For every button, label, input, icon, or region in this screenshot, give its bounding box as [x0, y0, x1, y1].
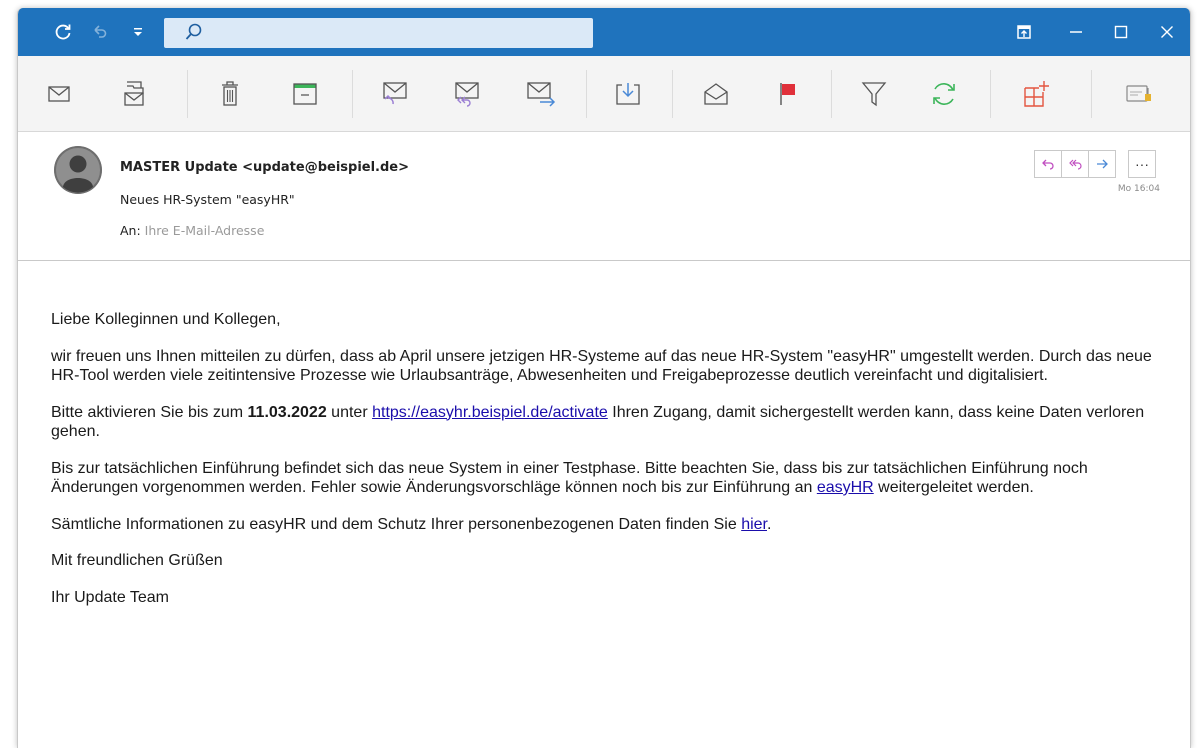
mark-read-button[interactable] [686, 56, 746, 131]
minimize-icon[interactable] [1061, 8, 1091, 56]
greeting: Liebe Kolleginnen und Kollegen, [51, 311, 281, 328]
reply-all-icon [455, 81, 479, 107]
add-view-button[interactable] [1006, 56, 1066, 131]
subject: Neues HR-System "easyHR" [120, 192, 295, 207]
message-actions [1034, 150, 1116, 178]
to-label: An: [120, 223, 141, 238]
forward-icon [527, 81, 556, 107]
download-button[interactable] [598, 56, 658, 131]
open-envelope-icon [704, 82, 728, 105]
title-bar [18, 8, 1190, 56]
paragraph-1: wir freuen uns Ihnen mitteilen zu dürfen… [51, 347, 1152, 385]
toolbar-separator [1091, 70, 1092, 118]
email-body: Liebe Kolleginnen und Kollegen, wir freu… [51, 310, 1161, 624]
forward-button[interactable] [511, 56, 571, 131]
trash-icon [222, 80, 238, 106]
easyhr-link[interactable]: easyHR [817, 479, 874, 496]
reply-icon [383, 81, 407, 104]
forward-icon [1097, 159, 1108, 169]
delete-button[interactable] [200, 56, 260, 131]
move-to-folder-icon [124, 80, 144, 106]
add-grid-icon [1024, 80, 1049, 107]
paragraph-4: Sämtliche Informationen zu easyHR und de… [51, 515, 1161, 535]
toolbar-separator [831, 70, 832, 118]
email-header: MASTER Update <update@beispiel.de> Neues… [18, 132, 1190, 261]
archive-icon [293, 82, 317, 105]
toolbar [18, 56, 1190, 132]
settings-button[interactable] [1109, 56, 1169, 131]
privacy-link[interactable]: hier [741, 516, 767, 533]
filter-button[interactable] [844, 56, 904, 131]
sync-button[interactable] [914, 56, 974, 131]
toolbar-separator [352, 70, 353, 118]
avatar [54, 146, 102, 194]
flag-icon [780, 82, 795, 105]
reply-all-button[interactable] [436, 56, 496, 131]
more-button[interactable]: ··· [1128, 150, 1156, 178]
restore-icon[interactable] [1010, 8, 1038, 56]
closing: Mit freundlichen Grüßen [51, 552, 223, 569]
refresh-icon[interactable] [48, 8, 78, 56]
filter-icon [861, 81, 887, 106]
download-icon [616, 82, 640, 105]
forward-action-button[interactable] [1088, 150, 1116, 178]
undo-icon[interactable] [84, 8, 114, 56]
reply-all-action-button[interactable] [1061, 150, 1088, 178]
p4-text-pre: Sämtliche Informationen zu easyHR und de… [51, 515, 742, 533]
activation-link[interactable]: https://easyhr.beispiel.de/activate [372, 404, 608, 421]
user-icon [54, 146, 102, 194]
dropdown-icon[interactable] [126, 8, 150, 56]
close-icon[interactable] [1152, 8, 1182, 56]
reply-all-icon [1069, 159, 1082, 170]
envelope-icon [48, 85, 70, 102]
paragraph-3: Bis zur tatsächlichen Einführung befinde… [51, 459, 1161, 498]
archive-button[interactable] [275, 56, 335, 131]
reply-action-button[interactable] [1034, 150, 1061, 178]
flag-button[interactable] [758, 56, 818, 131]
recipient-line: An: Ihre E-Mail-Adresse [120, 223, 264, 238]
paragraph-2: Bitte aktivieren Sie bis zum 11.03.2022 … [51, 403, 1161, 442]
toolbar-separator [672, 70, 673, 118]
toolbar-separator [990, 70, 991, 118]
toolbar-separator [187, 70, 188, 118]
sync-icon [933, 82, 955, 105]
deadline-date: 11.03.2022 [247, 403, 327, 421]
search-input[interactable] [164, 18, 593, 48]
toolbar-separator [586, 70, 587, 118]
timestamp: Mo 16:04 [1117, 184, 1160, 194]
to-address[interactable]: Ihre E-Mail-Adresse [145, 223, 265, 238]
p3-text-post: weitergeleitet werden. [873, 479, 1034, 496]
p2-text-mid: unter [326, 403, 373, 421]
p4-text-post: . [766, 515, 772, 533]
move-to-folder-button[interactable] [104, 56, 164, 131]
mail-window: MASTER Update <update@beispiel.de> Neues… [17, 8, 1191, 748]
sender: MASTER Update <update@beispiel.de> [120, 160, 410, 175]
new-mail-button[interactable] [29, 56, 89, 131]
signature: Ihr Update Team [51, 588, 169, 606]
maximize-icon[interactable] [1106, 8, 1136, 56]
reply-button[interactable] [364, 56, 424, 131]
reply-icon [1042, 159, 1054, 170]
card-settings-icon [1126, 84, 1151, 102]
p2-text-pre: Bitte aktivieren Sie bis zum [51, 403, 248, 421]
search-icon [184, 22, 204, 47]
